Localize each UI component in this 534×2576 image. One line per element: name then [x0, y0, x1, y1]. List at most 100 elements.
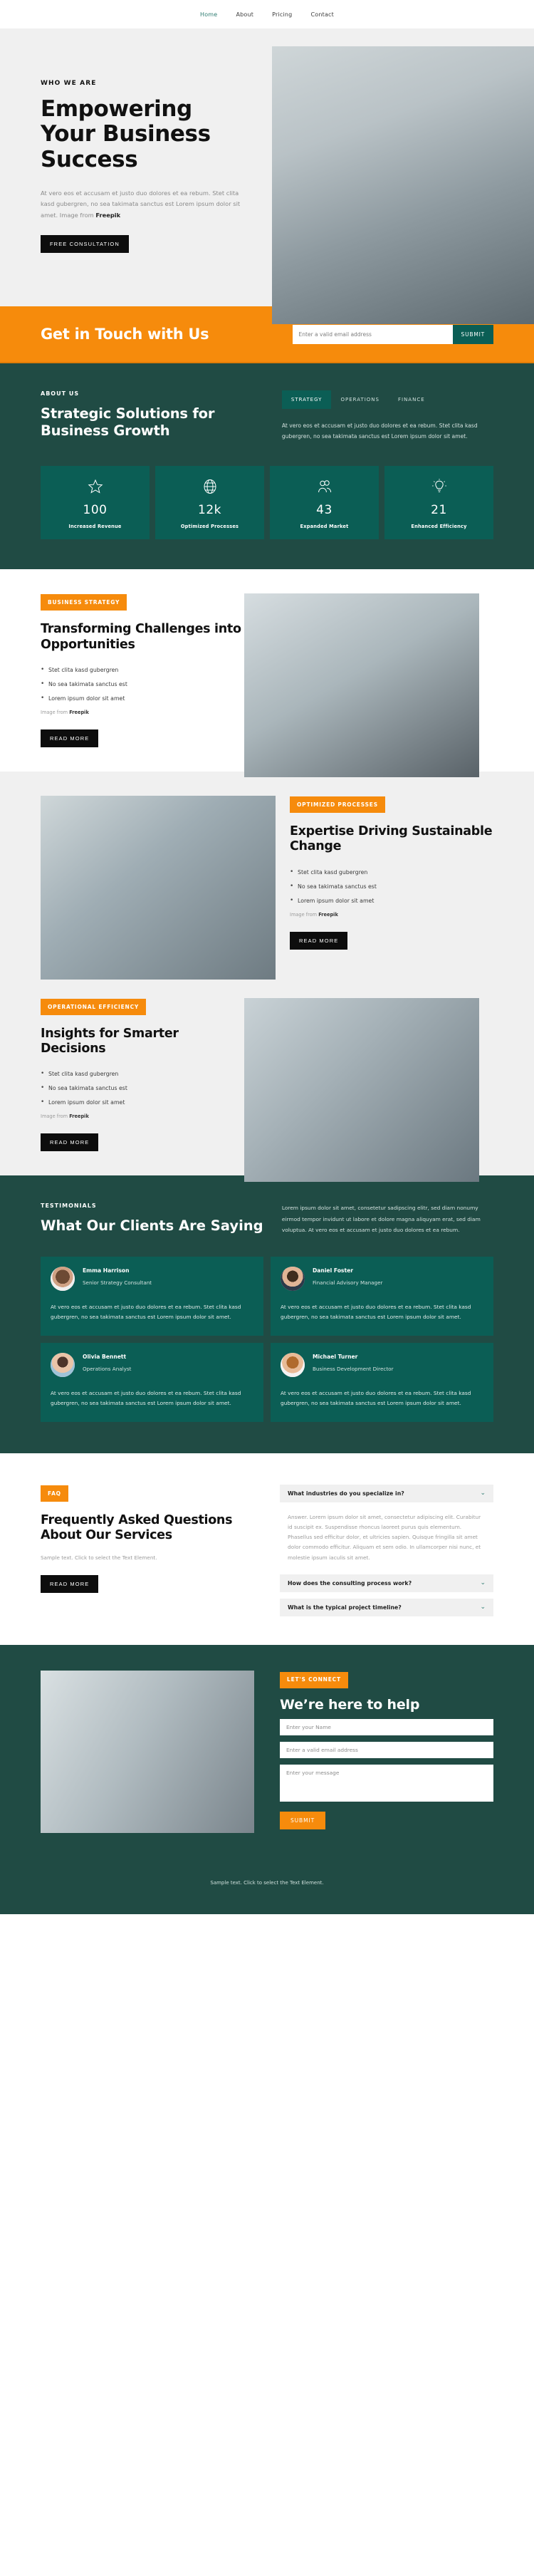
nav-item-pricing[interactable]: Pricing	[272, 11, 292, 18]
faq-title: Frequently Asked Questions About Our Ser…	[41, 1512, 233, 1543]
stat-label: Optimized Processes	[180, 524, 239, 530]
testimonials-intro: Lorem ipsum dolor sit amet, consetetur s…	[281, 1205, 481, 1233]
faq-question-text: How does the consulting process work?	[288, 1579, 412, 1586]
testimonial-card: Olivia Bennett Operations Analyst At ver…	[41, 1342, 263, 1422]
feature-section-optimized-processes: OPTIMIZED PROCESSES Expertise Driving Su…	[0, 772, 534, 980]
contact-submit-button[interactable]: SUBMIT	[280, 1811, 326, 1829]
read-more-button[interactable]: READ MORE	[41, 1133, 99, 1152]
free-consultation-button[interactable]: FREE CONSULTATION	[41, 235, 129, 254]
list-item: No sea takimata sanctus est	[290, 883, 493, 890]
list-item: No sea takimata sanctus est	[41, 680, 244, 687]
testimonial-card: Daniel Foster Financial Advisory Manager…	[271, 1256, 493, 1336]
globe-icon	[159, 477, 260, 496]
about-section: ABOUT US Strategic Solutions for Busines…	[0, 363, 534, 570]
feature-image-businessman	[244, 593, 479, 778]
nav-item-contact[interactable]: Contact	[310, 11, 334, 18]
feature-title: Expertise Driving Sustainable Change	[290, 824, 493, 854]
stat-card-expanded-market: 43 Expanded Market	[270, 466, 379, 540]
list-item: Lorem ipsum dolor sit amet	[41, 1099, 244, 1106]
feature-section-business-strategy: BUSINESS STRATEGY Transforming Challenge…	[0, 569, 534, 778]
faq-section: FAQ Frequently Asked Questions About Our…	[0, 1453, 534, 1645]
about-tabs: STRATEGY OPERATIONS FINANCE	[281, 390, 493, 409]
feature-image-office-team	[41, 796, 276, 980]
hero-title: Empowering Your Business Success	[41, 96, 211, 172]
image-credit-prefix: Image from	[41, 1113, 70, 1120]
stat-card-optimized-processes: 12k Optimized Processes	[155, 466, 264, 540]
nav-item-about[interactable]: About	[236, 11, 253, 18]
list-item: Stet clita kasd gubergren	[41, 666, 244, 673]
stat-value: 100	[83, 503, 108, 518]
feature-bullet-list: Stet clita kasd gubergren No sea takimat…	[41, 1070, 244, 1106]
about-eyebrow: ABOUT US	[41, 390, 80, 397]
stat-label: Expanded Market	[300, 524, 349, 530]
cta-email-input[interactable]	[292, 324, 453, 344]
testimonial-role: Senior Strategy Consultant	[83, 1279, 152, 1286]
contact-image-wrap	[41, 1670, 254, 1833]
faq-sample-text: Sample text. Click to select the Text El…	[41, 1554, 157, 1562]
faq-question-text: What industries do you specialize in?	[288, 1490, 404, 1497]
lightbulb-icon	[389, 477, 489, 496]
about-paragraph: At vero eos et accusam et justo duo dolo…	[281, 422, 478, 440]
feature-badge: BUSINESS STRATEGY	[41, 594, 127, 611]
image-credit-source: Freepik	[69, 710, 89, 716]
hero-paragraph-credit: Freepik	[95, 211, 121, 219]
star-icon	[45, 477, 145, 496]
feature-bullet-list: Stet clita kasd gubergren No sea takimat…	[41, 666, 244, 702]
list-item: Lorem ipsum dolor sit amet	[41, 695, 244, 702]
faq-accordion: What industries do you specialize in? ⌄ …	[280, 1484, 493, 1616]
contact-badge: LET'S CONNECT	[280, 1671, 348, 1688]
chevron-down-icon: ⌄	[480, 1579, 486, 1586]
testimonial-quote: At vero eos et accusam et justo duo dolo…	[51, 1303, 241, 1321]
testimonials-section: TESTIMONIALS What Our Clients Are Saying…	[0, 1175, 534, 1453]
contact-name-input[interactable]	[280, 1718, 493, 1735]
list-item: Stet clita kasd gubergren	[290, 868, 493, 876]
tab-finance[interactable]: FINANCE	[389, 390, 434, 409]
faq-answer-1: Answer. Lorem ipsum dolor sit amet, cons…	[288, 1513, 481, 1561]
hero-eyebrow: WHO WE ARE	[41, 80, 97, 87]
feature-image-laptop-discussion	[244, 997, 479, 1182]
read-more-button[interactable]: READ MORE	[290, 931, 348, 950]
feature-badge: OPTIMIZED PROCESSES	[290, 796, 385, 814]
testimonial-name: Emma Harrison	[83, 1267, 130, 1274]
image-credit-prefix: Image from	[290, 911, 319, 918]
footer-note: Sample text. Click to select the Text El…	[0, 1854, 534, 1914]
nav-item-home[interactable]: Home	[200, 11, 217, 18]
contact-email-input[interactable]	[280, 1741, 493, 1758]
faq-question-row-3[interactable]: What is the typical project timeline? ⌄	[280, 1598, 493, 1616]
hero-image-team-meeting	[272, 46, 534, 324]
testimonials-title: What Our Clients Are Saying	[41, 1217, 263, 1235]
read-more-button[interactable]: READ MORE	[41, 729, 99, 748]
avatar	[281, 1266, 305, 1291]
contact-title: We’re here to help	[280, 1696, 420, 1713]
testimonial-name: Olivia Bennett	[83, 1353, 127, 1360]
users-icon	[274, 477, 375, 496]
testimonials-eyebrow: TESTIMONIALS	[41, 1203, 97, 1210]
cta-submit-button[interactable]: SUBMIT	[452, 324, 493, 344]
stat-label: Enhanced Efficiency	[411, 524, 467, 530]
faq-question-row-2[interactable]: How does the consulting process work? ⌄	[280, 1574, 493, 1592]
testimonial-card: Emma Harrison Senior Strategy Consultant…	[41, 1256, 263, 1336]
hero-section: WHO WE ARE Empowering Your Business Succ…	[0, 28, 534, 324]
stat-value: 21	[431, 503, 447, 518]
tab-operations[interactable]: OPERATIONS	[331, 390, 389, 409]
image-credit: Image from Freepik	[41, 1113, 244, 1119]
testimonial-quote: At vero eos et accusam et justo duo dolo…	[281, 1389, 471, 1407]
about-title: Strategic Solutions for Business Growth	[41, 405, 215, 440]
faq-question-row-1[interactable]: What industries do you specialize in? ⌄	[280, 1484, 493, 1502]
list-item: Stet clita kasd gubergren	[41, 1070, 244, 1077]
list-item: No sea takimata sanctus est	[41, 1084, 244, 1091]
testimonial-role: Operations Analyst	[83, 1365, 132, 1372]
stat-card-increased-revenue: 100 Increased Revenue	[41, 466, 150, 540]
tab-strategy[interactable]: STRATEGY	[281, 390, 332, 409]
avatar	[281, 1352, 305, 1377]
stat-value: 43	[316, 503, 333, 518]
feature-title: Transforming Challenges into Opportuniti…	[41, 622, 241, 652]
image-credit-source: Freepik	[318, 911, 338, 918]
contact-message-textarea[interactable]	[280, 1764, 493, 1802]
image-credit: Image from Freepik	[41, 710, 244, 715]
feature-bullet-list: Stet clita kasd gubergren No sea takimat…	[290, 868, 493, 904]
cta-heading: Get in Touch with Us	[41, 326, 209, 343]
image-credit: Image from Freepik	[290, 912, 493, 918]
faq-read-more-button[interactable]: READ MORE	[41, 1575, 99, 1594]
hero-paragraph-text: At vero eos et accusam et justo duo dolo…	[41, 189, 241, 219]
